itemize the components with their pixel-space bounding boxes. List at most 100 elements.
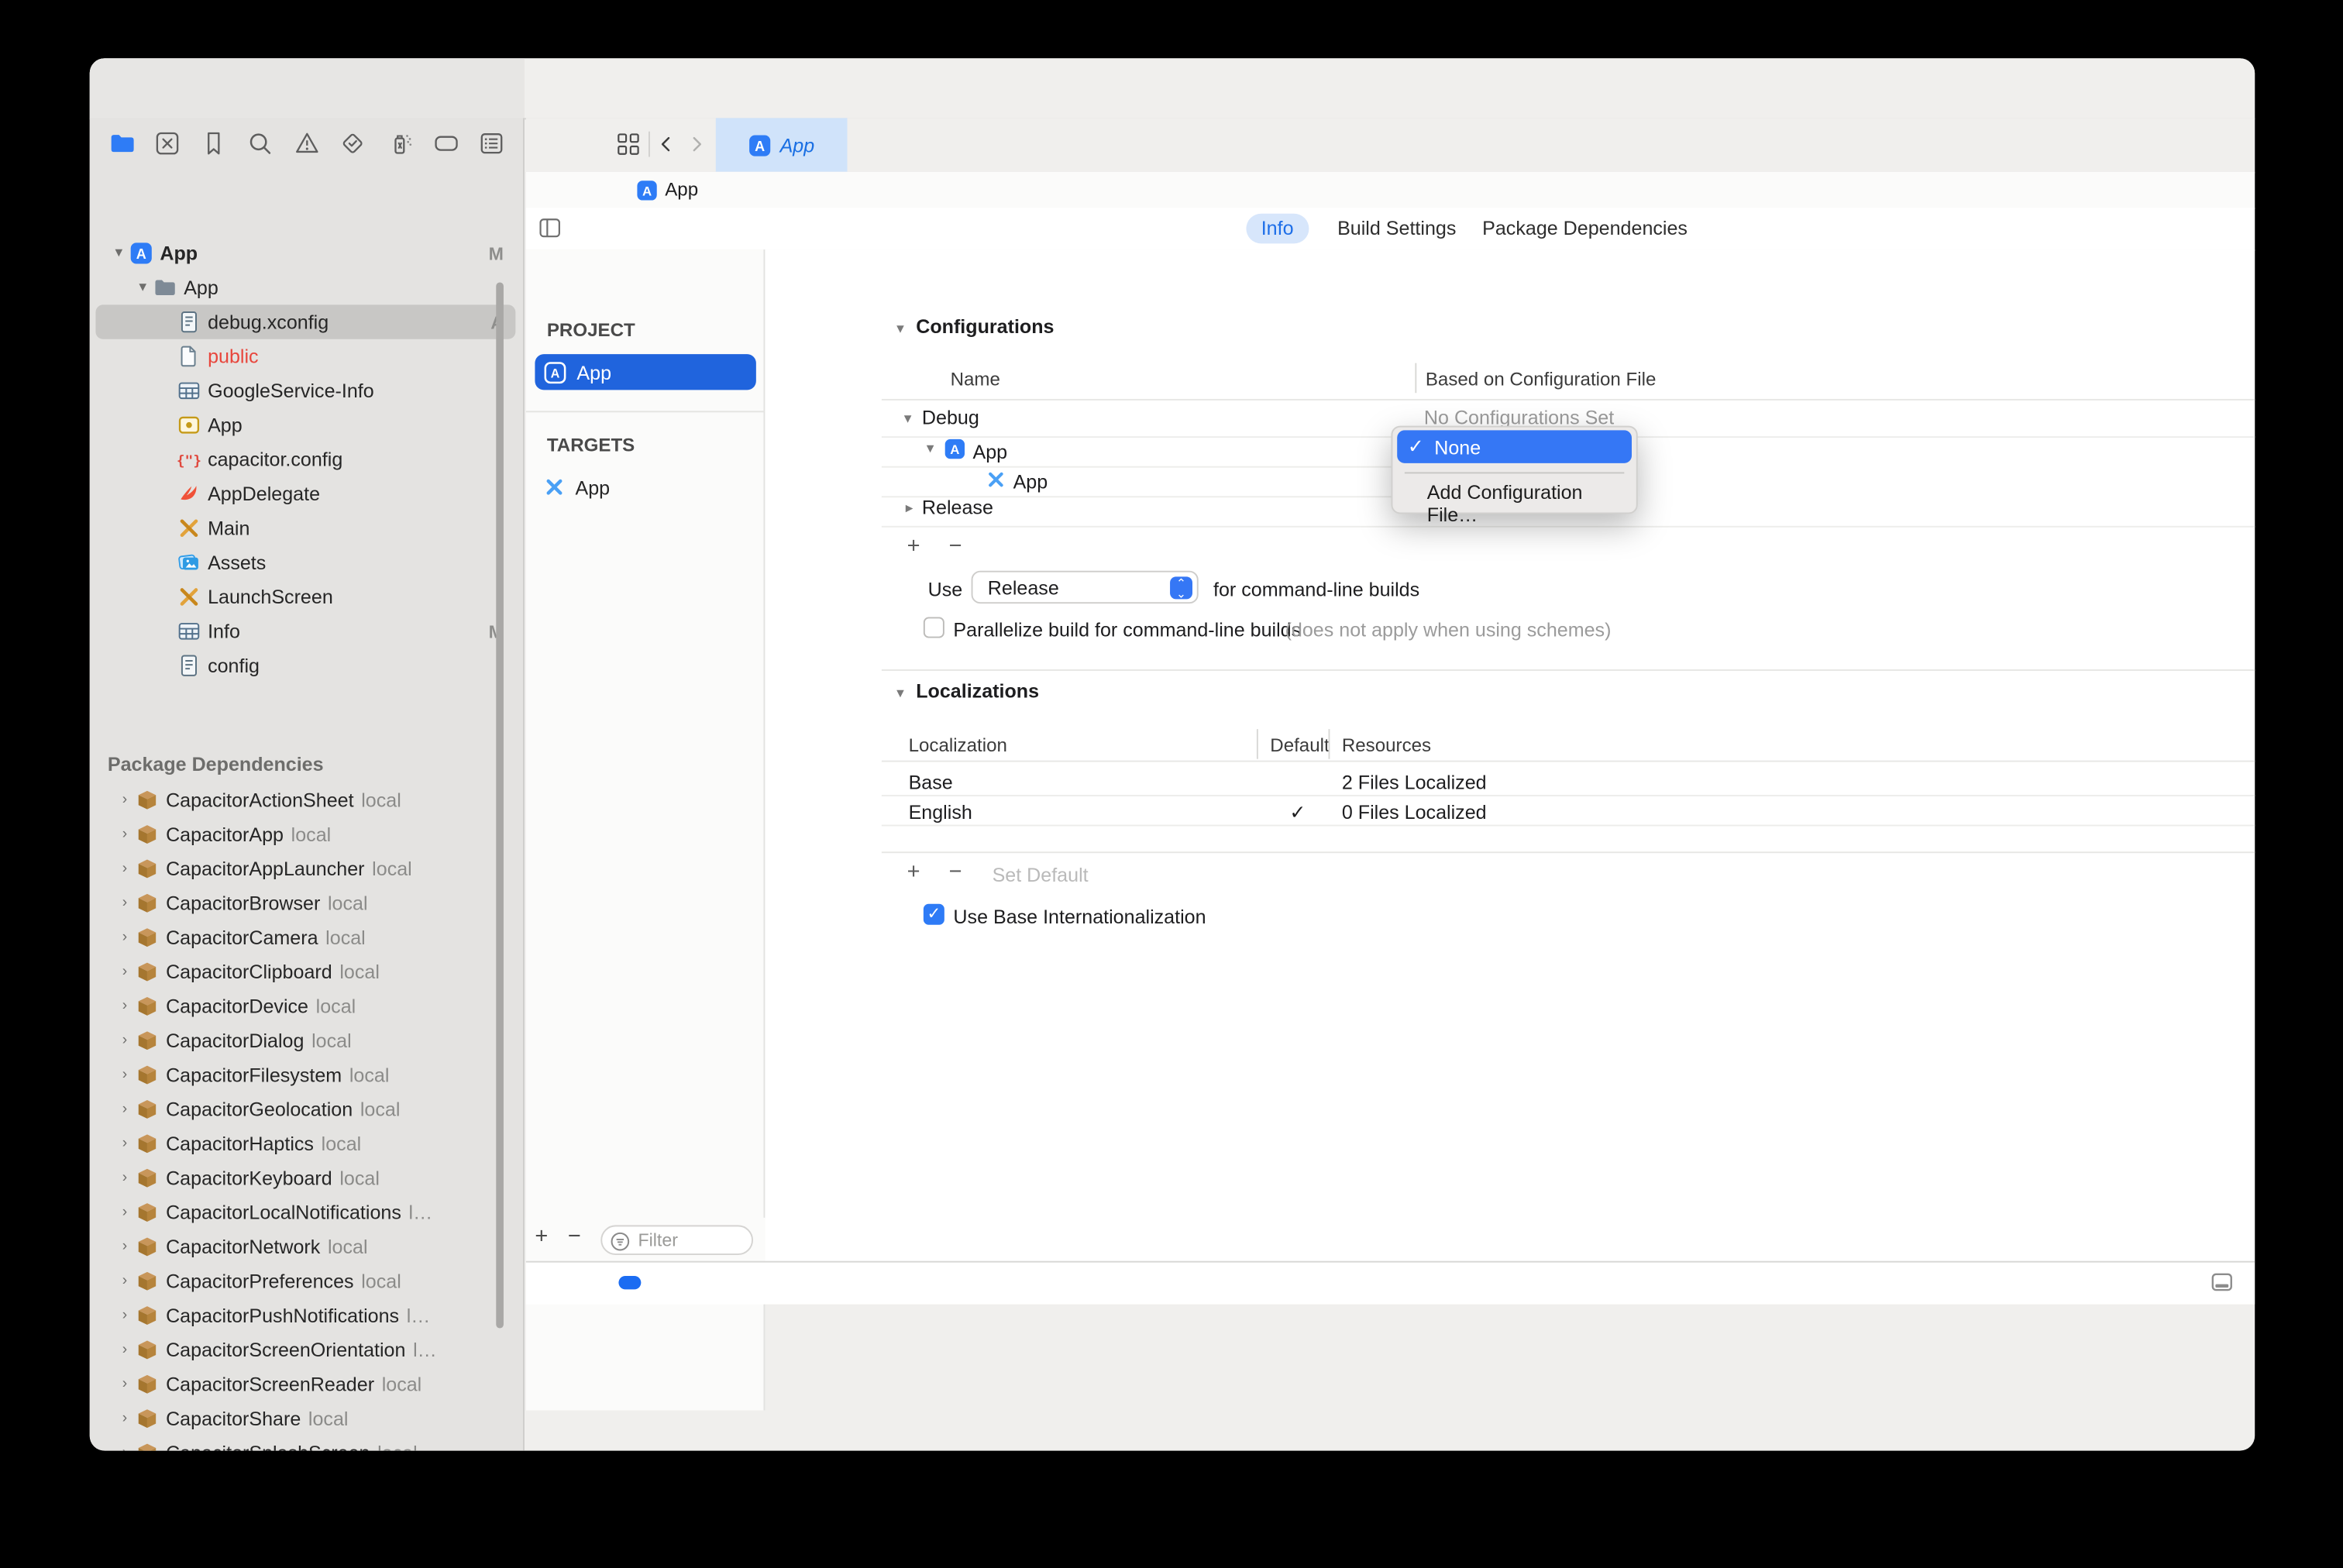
menu-item-add-configuration-file[interactable]: Add Configuration File… — [1427, 481, 1636, 526]
bookmark-navigator-icon[interactable] — [201, 132, 225, 156]
package-row[interactable]: › CapacitorSplashScreen local — [95, 1436, 515, 1450]
disclosure-chevron[interactable]: › — [115, 1376, 134, 1392]
tree-row[interactable]: ▾ A App M — [95, 236, 515, 270]
package-row[interactable]: › CapacitorActionSheet local — [95, 783, 515, 817]
remove-configuration-button[interactable]: − — [949, 533, 962, 559]
find-navigator-icon[interactable] — [248, 132, 272, 156]
parallelize-checkbox[interactable] — [924, 617, 944, 638]
localization-row-english[interactable]: English — [909, 801, 972, 824]
tab-build-settings[interactable]: Build Settings — [1323, 214, 1471, 244]
configurations-disclosure[interactable]: ▾ — [896, 322, 904, 338]
app-disclosure[interactable]: ▾ — [927, 441, 934, 457]
package-row[interactable]: › CapacitorKeyboard local — [95, 1161, 515, 1195]
menu-item-none[interactable]: ✓ None — [1397, 430, 1632, 462]
hide-project-list-icon[interactable] — [538, 218, 562, 239]
disclosure-chevron[interactable]: › — [115, 1411, 134, 1427]
disclosure-chevron[interactable]: › — [115, 861, 134, 877]
package-row[interactable]: › CapacitorApp local — [95, 817, 515, 851]
remove-localization-button[interactable]: − — [949, 859, 962, 885]
source-control-navigator-icon[interactable] — [156, 132, 180, 156]
disclosure-chevron[interactable]: ▾ — [109, 245, 129, 261]
config-row-app[interactable]: App — [972, 441, 1007, 463]
add-configuration-button[interactable]: + — [907, 533, 920, 559]
forward-button[interactable] — [687, 133, 705, 156]
debug-navigator-icon[interactable] — [387, 132, 412, 156]
project-item-app[interactable]: A App — [535, 354, 755, 390]
package-row[interactable]: › CapacitorDialog local — [95, 1023, 515, 1057]
back-button[interactable] — [658, 133, 676, 156]
disclosure-chevron[interactable]: › — [115, 1204, 134, 1220]
tree-row[interactable]: Main — [95, 511, 515, 545]
disclosure-chevron[interactable]: › — [115, 1239, 134, 1255]
tree-row[interactable]: AppDelegate — [95, 476, 515, 511]
config-row-app-target[interactable]: App — [1013, 470, 1048, 493]
tree-row[interactable]: Assets — [95, 545, 515, 579]
localizations-disclosure[interactable]: ▾ — [896, 686, 904, 702]
tab-package-dependencies[interactable]: Package Dependencies — [1467, 214, 1702, 244]
remove-target-button[interactable]: − — [568, 1223, 581, 1249]
set-default-button[interactable]: Set Default — [993, 864, 1089, 886]
disclosure-chevron[interactable]: › — [115, 1445, 134, 1451]
breakpoint-navigator-icon[interactable] — [433, 132, 459, 156]
disclosure-chevron[interactable]: › — [115, 1307, 134, 1323]
navigator-scrollbar[interactable] — [496, 282, 504, 1328]
related-items-grid-icon[interactable] — [617, 133, 639, 156]
config-row-debug[interactable]: Debug — [922, 407, 979, 429]
command-line-config-popup[interactable]: Release ⌃⌄ — [972, 571, 1199, 603]
package-row[interactable]: › CapacitorCamera local — [95, 920, 515, 954]
tree-row[interactable]: config — [95, 648, 515, 683]
package-row[interactable]: › CapacitorBrowser local — [95, 886, 515, 920]
disclosure-chevron[interactable]: › — [115, 826, 134, 842]
package-row[interactable]: › CapacitorClipboard local — [95, 954, 515, 989]
package-row[interactable]: › CapacitorPreferences local — [95, 1264, 515, 1298]
toggle-bottom-bar-icon[interactable] — [2210, 1273, 2234, 1294]
tree-row[interactable]: GoogleService-Info — [95, 373, 515, 407]
jumpbar-item[interactable]: App — [665, 179, 698, 200]
column-divider[interactable] — [1257, 729, 1258, 759]
package-row[interactable]: › CapacitorScreenReader local — [95, 1367, 515, 1401]
test-navigator-icon[interactable] — [341, 132, 365, 156]
add-target-button[interactable]: + — [535, 1223, 548, 1249]
column-divider[interactable] — [1328, 729, 1330, 759]
disclosure-chevron[interactable]: › — [115, 792, 134, 808]
tree-row[interactable]: LaunchScreen — [95, 579, 515, 614]
package-row[interactable]: › CapacitorAppLauncher local — [95, 851, 515, 885]
tree-row[interactable]: public — [95, 339, 515, 373]
editor-mode-indicator[interactable] — [618, 1276, 641, 1289]
package-row[interactable]: › CapacitorDevice local — [95, 989, 515, 1023]
tree-row[interactable]: App — [95, 407, 515, 442]
disclosure-chevron[interactable]: › — [115, 895, 134, 911]
config-row-release[interactable]: Release — [922, 496, 993, 518]
disclosure-chevron[interactable]: › — [115, 1136, 134, 1152]
panel-filter-field[interactable]: Filter — [600, 1225, 753, 1255]
project-navigator-icon[interactable] — [109, 132, 135, 156]
debug-disclosure[interactable]: ▾ — [904, 411, 912, 427]
tab-info[interactable]: Info — [1246, 214, 1308, 244]
add-localization-button[interactable]: + — [907, 859, 920, 885]
disclosure-chevron[interactable]: › — [115, 1067, 134, 1083]
tree-row[interactable]: {"} capacitor.config — [95, 442, 515, 476]
report-navigator-icon[interactable] — [480, 132, 504, 156]
disclosure-chevron[interactable]: › — [115, 1273, 134, 1289]
package-row[interactable]: › CapacitorNetwork local — [95, 1229, 515, 1264]
package-row[interactable]: › CapacitorHaptics local — [95, 1126, 515, 1161]
disclosure-chevron[interactable]: › — [115, 1170, 134, 1186]
tree-row[interactable]: debug.xconfig A — [95, 304, 515, 339]
tree-row[interactable]: Info M — [95, 614, 515, 648]
disclosure-chevron[interactable]: › — [115, 964, 134, 980]
target-item-app[interactable]: App — [535, 469, 755, 505]
package-row[interactable]: › CapacitorShare local — [95, 1401, 515, 1436]
disclosure-chevron[interactable]: › — [115, 1101, 134, 1117]
disclosure-chevron[interactable]: › — [115, 1033, 134, 1049]
package-row[interactable]: › CapacitorFilesystem local — [95, 1057, 515, 1092]
tab-app[interactable]: A App — [716, 118, 848, 171]
package-row[interactable]: › CapacitorPushNotifications l… — [95, 1298, 515, 1332]
column-divider[interactable] — [1415, 363, 1416, 394]
tree-row[interactable]: ▾ App — [95, 270, 515, 304]
package-row[interactable]: › CapacitorScreenOrientation l… — [95, 1332, 515, 1367]
package-row[interactable]: › CapacitorGeolocation local — [95, 1092, 515, 1126]
disclosure-chevron[interactable]: ▾ — [133, 280, 153, 296]
localization-row-base[interactable]: Base — [909, 771, 953, 793]
disclosure-chevron[interactable]: › — [115, 998, 134, 1014]
disclosure-chevron[interactable]: › — [115, 930, 134, 946]
